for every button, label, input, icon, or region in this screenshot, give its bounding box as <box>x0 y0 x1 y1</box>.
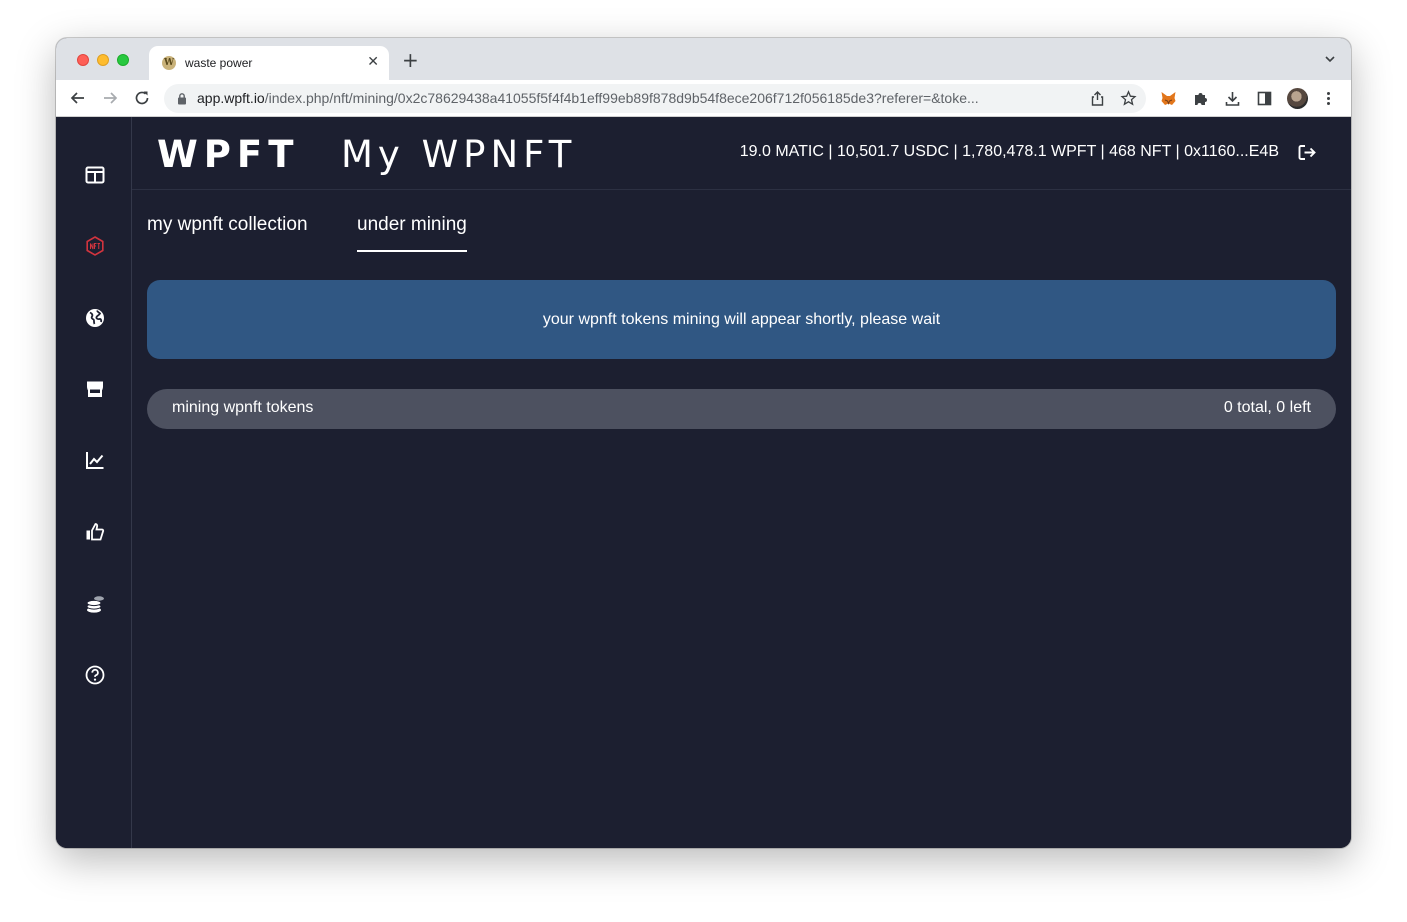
help-icon[interactable] <box>84 664 106 686</box>
brand-logo[interactable]: WPFT <box>157 133 299 176</box>
address-bar[interactable]: app.wpft.io/index.php/nft/mining/0x2c786… <box>164 84 1146 113</box>
coins-icon[interactable] <box>84 593 106 615</box>
tab-under-mining[interactable]: under mining <box>357 214 467 252</box>
chart-icon[interactable] <box>84 449 106 471</box>
summary-label: mining wpnft tokens <box>172 399 314 416</box>
globe-icon[interactable] <box>84 307 106 329</box>
site-favicon-icon: W <box>162 56 176 70</box>
wallet-balances: 19.0 MATIC | 10,501.7 USDC | 1,780,478.1… <box>739 143 1279 160</box>
lock-icon[interactable] <box>176 92 188 105</box>
extensions-puzzle-icon[interactable] <box>1192 90 1209 107</box>
logout-icon[interactable] <box>1298 144 1317 161</box>
tab-close-icon[interactable]: ✕ <box>367 54 379 70</box>
browser-tab[interactable]: W waste power ✕ <box>149 46 389 80</box>
browser-menu-icon[interactable] <box>1320 90 1337 107</box>
close-window-button[interactable] <box>77 54 89 66</box>
side-panel-icon[interactable] <box>1256 90 1273 107</box>
minimize-window-button[interactable] <box>97 54 109 66</box>
header-divider <box>132 189 1351 190</box>
info-notice: your wpnft tokens mining will appear sho… <box>147 280 1336 359</box>
tab-strip: W waste power ✕ + <box>56 38 1351 80</box>
download-icon[interactable] <box>1224 90 1241 107</box>
browser-window: W waste power ✕ + app.wpft.io/index.php/… <box>56 38 1351 848</box>
mining-summary-bar: mining wpnft tokens 0 total, 0 left <box>147 389 1336 429</box>
tab-title: waste power <box>185 56 253 70</box>
notice-text: your wpnft tokens mining will appear sho… <box>542 310 941 328</box>
browser-toolbar: app.wpft.io/index.php/nft/mining/0x2c786… <box>56 80 1351 117</box>
store-icon[interactable] <box>84 378 106 400</box>
maximize-window-button[interactable] <box>117 54 129 66</box>
summary-count: 0 total, 0 left <box>1223 399 1311 416</box>
share-icon[interactable] <box>1089 90 1106 107</box>
metamask-fox-icon[interactable] <box>1160 90 1177 107</box>
tab-my-wpnft-collection[interactable]: my wpnft collection <box>147 214 308 250</box>
tab-search-chevron-icon[interactable] <box>1323 52 1337 66</box>
forward-arrow-icon[interactable] <box>101 89 119 107</box>
nft-icon[interactable] <box>84 235 106 257</box>
bookmark-star-icon[interactable] <box>1120 90 1137 107</box>
thumbs-up-icon[interactable] <box>84 521 106 543</box>
url-text: app.wpft.io/index.php/nft/mining/0x2c786… <box>197 90 979 106</box>
dashboard-icon[interactable] <box>84 164 106 186</box>
profile-avatar[interactable] <box>1287 88 1308 109</box>
new-tab-icon[interactable]: + <box>402 50 419 70</box>
reload-icon[interactable] <box>133 89 151 107</box>
back-arrow-icon[interactable] <box>69 89 87 107</box>
page-title: My WPNFT <box>341 133 577 176</box>
app-page: WPFT My WPNFT 19.0 MATIC | 10,501.7 USDC… <box>56 117 1351 848</box>
sidebar <box>56 117 132 848</box>
